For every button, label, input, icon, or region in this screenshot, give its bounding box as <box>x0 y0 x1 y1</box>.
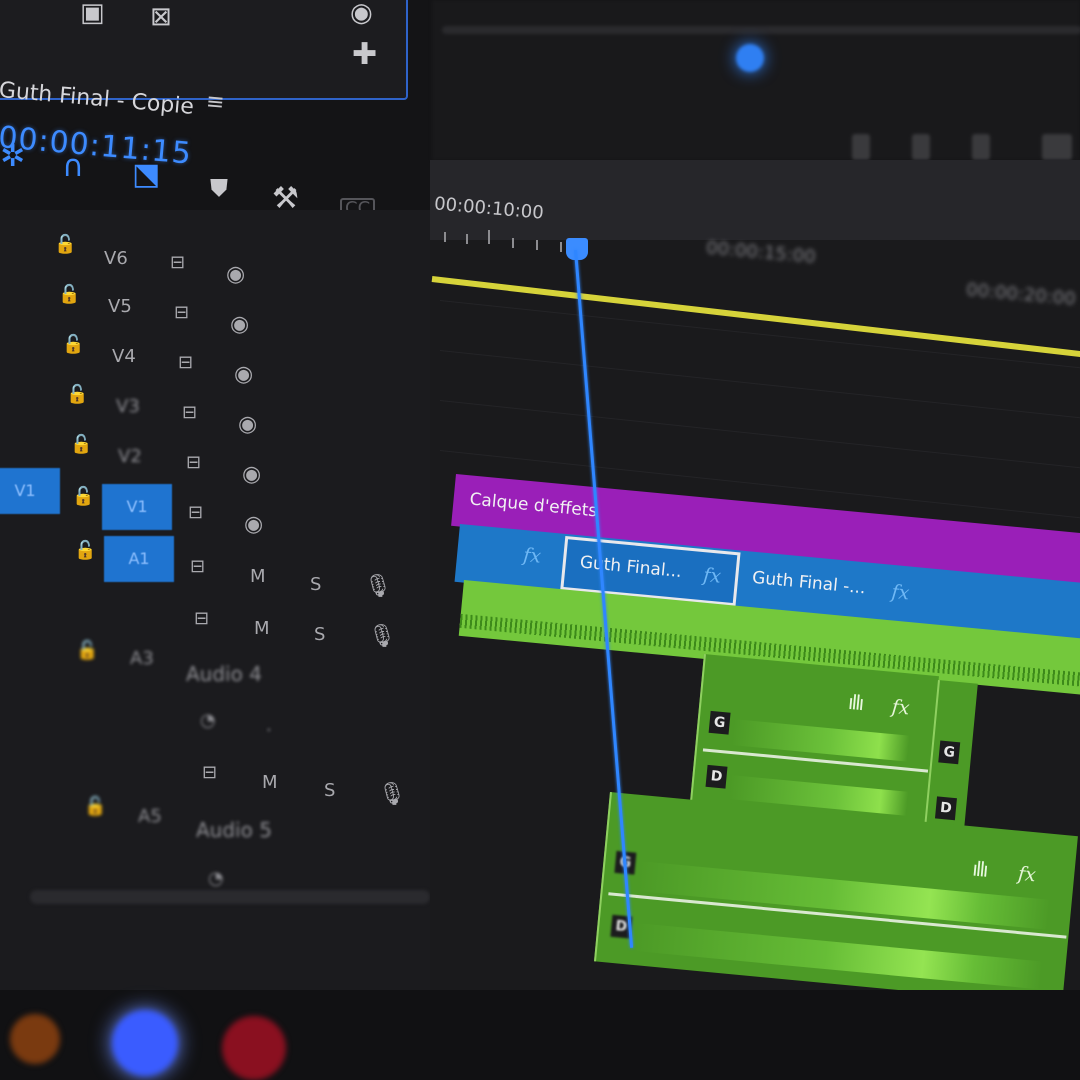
track-label-v2: V2 <box>118 446 142 467</box>
lock-icon[interactable]: 🔓 <box>58 284 80 305</box>
sync-lock-icon[interactable]: ⊟ <box>170 252 185 273</box>
lock-icon[interactable]: 🔓 <box>66 384 88 405</box>
fx-badge: fx <box>702 564 722 588</box>
lock-icon[interactable]: 🔓 <box>72 486 94 507</box>
channel-label-left: G <box>938 740 961 765</box>
time-ruler[interactable] <box>430 160 1080 240</box>
eye-icon[interactable]: ◉ <box>234 362 253 387</box>
track-label-v6: V6 <box>104 248 128 269</box>
track-label-v3: V3 <box>116 396 140 417</box>
lock-icon[interactable]: 🔓 <box>70 434 92 455</box>
lock-icon[interactable]: 🔓 <box>54 234 76 255</box>
solo-button[interactable]: S <box>310 574 321 595</box>
mute-button[interactable]: M <box>262 772 278 793</box>
pan-dot-icon[interactable]: · <box>266 720 272 741</box>
track-label-a3: A3 <box>130 648 154 669</box>
ruler-tick <box>444 232 446 242</box>
channel-label-left: G <box>708 710 731 735</box>
lock-icon[interactable]: 🔓 <box>84 796 106 817</box>
snap-magnet-icon[interactable]: ∩ <box>62 152 84 182</box>
volume-knob-icon[interactable]: ◔ <box>200 710 216 731</box>
ruler-tick <box>488 230 490 244</box>
clip-label: Calque d'effets <box>468 489 599 522</box>
eye-icon[interactable]: ◉ <box>244 512 263 537</box>
taskbar <box>0 990 1080 1080</box>
ruler-tick <box>466 234 468 244</box>
premiere-timeline-window: ▣ ⊠ ◉ ✚ Guth Final - Copie ≡ 00:00:11:15… <box>0 0 1080 1080</box>
linked-selection-icon[interactable]: ⬔ <box>132 160 160 190</box>
monitor-control[interactable] <box>912 134 930 160</box>
track-name-audio-5: Audio 5 <box>196 818 272 842</box>
settings-icon[interactable]: ◉ <box>350 0 373 26</box>
record-mic-icon[interactable]: 🎙 <box>368 624 396 649</box>
eye-icon[interactable]: ◉ <box>238 412 257 437</box>
ruler-tick <box>536 240 538 250</box>
monitor-control[interactable] <box>1042 134 1072 160</box>
lock-icon[interactable]: 🔓 <box>74 540 96 561</box>
track-label-v5: V5 <box>108 296 132 317</box>
timeline-zoom-scrollbar[interactable] <box>30 890 430 904</box>
channel-label-right: D <box>705 764 728 789</box>
fx-badge: fx <box>890 580 911 605</box>
eye-icon[interactable]: ◉ <box>242 462 261 487</box>
monitor-control[interactable] <box>972 134 990 160</box>
playhead-timecode[interactable]: 00:00:11:15 <box>0 120 193 172</box>
sync-lock-icon[interactable]: ⊟ <box>202 762 217 783</box>
sync-lock-icon[interactable]: ⊟ <box>188 502 203 523</box>
source-patch-v1[interactable]: V1 <box>0 468 60 514</box>
mute-button[interactable]: M <box>254 618 270 639</box>
eye-icon[interactable]: ◉ <box>230 312 249 337</box>
program-monitor <box>432 0 1080 160</box>
sync-lock-icon[interactable]: ⊟ <box>190 556 205 577</box>
track-name-audio-4: Audio 4 <box>186 662 262 686</box>
solo-button[interactable]: S <box>314 624 325 645</box>
clip-label: Guth Final... <box>578 552 683 583</box>
mute-button[interactable]: M <box>250 566 266 587</box>
fx-badge: fx <box>890 695 911 720</box>
monitor-control[interactable] <box>852 134 870 160</box>
eye-icon[interactable]: ◉ <box>226 262 245 287</box>
app-icon[interactable] <box>222 1016 286 1080</box>
fx-badge: fx <box>1017 862 1037 887</box>
ruler-tick <box>512 238 514 248</box>
audio-gain-icon: ıllı <box>971 856 988 882</box>
sync-lock-icon[interactable]: ⊟ <box>186 452 201 473</box>
track-label-v4: V4 <box>112 346 136 367</box>
lock-icon[interactable]: 🔓 <box>62 334 84 355</box>
sequence-menu-icon[interactable]: ≡ <box>205 89 226 116</box>
clip-guth-final-next[interactable]: Guth Final -... <box>751 568 866 599</box>
export-frame-icon[interactable]: ⊠ <box>150 4 172 30</box>
channel-label-right: D <box>934 796 957 821</box>
audio-waveform <box>636 861 1068 932</box>
track-target-v1[interactable]: V1 <box>102 484 172 530</box>
monitor-scrubber[interactable] <box>442 26 1080 34</box>
lock-icon[interactable]: 🔓 <box>76 640 98 661</box>
record-mic-icon[interactable]: 🎙 <box>364 574 392 599</box>
solo-button[interactable]: S <box>324 780 335 801</box>
camera-icon[interactable]: ▣ <box>80 0 105 26</box>
track-target-a1[interactable]: A1 <box>104 536 174 582</box>
record-mic-icon[interactable]: 🎙 <box>378 782 406 807</box>
fx-badge: fx <box>522 544 543 568</box>
nest-toggle-icon[interactable]: ✲ <box>0 142 25 172</box>
app-icon[interactable] <box>10 1014 60 1064</box>
add-icon[interactable]: ✚ <box>352 40 377 70</box>
track-label-a5: A5 <box>138 806 162 827</box>
monitor-playhead-knob[interactable] <box>736 44 764 72</box>
add-marker-icon[interactable]: ⛊ <box>210 176 228 200</box>
volume-knob-icon[interactable]: ◔ <box>208 868 224 889</box>
sync-lock-icon[interactable]: ⊟ <box>194 608 209 629</box>
app-icon[interactable] <box>112 1010 178 1076</box>
ruler-tick <box>560 242 562 252</box>
sync-lock-icon[interactable]: ⊟ <box>174 302 189 323</box>
sync-lock-icon[interactable]: ⊟ <box>178 352 193 373</box>
audio-gain-icon: ıllı <box>847 689 864 716</box>
sync-lock-icon[interactable]: ⊟ <box>182 402 197 423</box>
